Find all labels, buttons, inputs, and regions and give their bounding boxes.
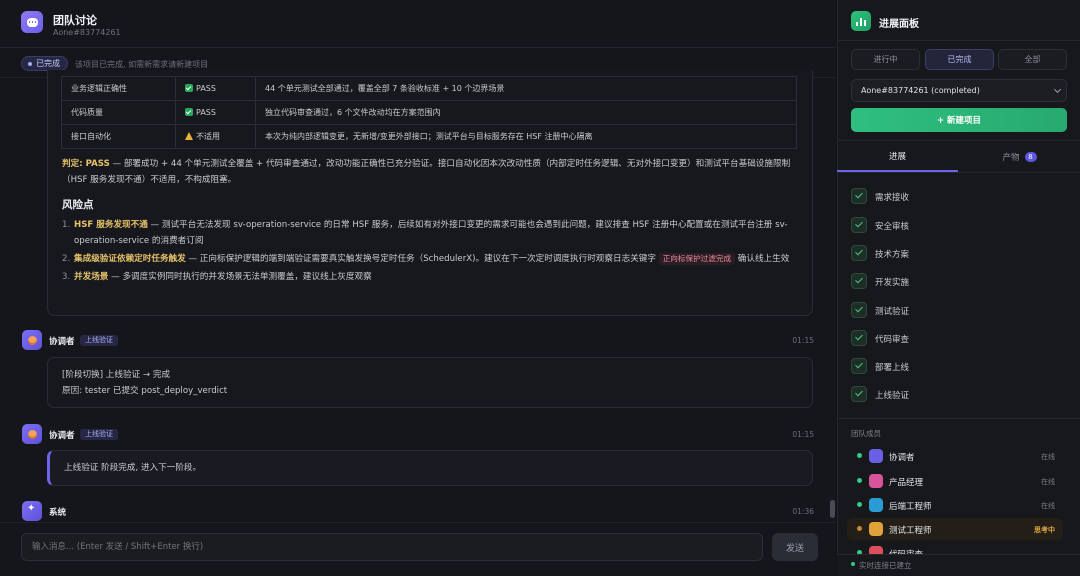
filter-all[interactable]: 全部 [998, 49, 1067, 70]
new-project-button[interactable]: + 新建项目 [851, 108, 1067, 132]
connection-dot [851, 562, 855, 566]
project-select[interactable]: Aone#83774261 (completed) [851, 79, 1067, 102]
table-row: 接口自动化 不适用 本次为纯内部逻辑变更，无新增/变更外部接口；测试平台与目标服… [61, 124, 797, 149]
message-time: 01:36 [792, 507, 814, 516]
message-header: 系统 01:36 [22, 501, 814, 521]
table-cell-item: 代码质量 [61, 100, 176, 125]
table-cell-item: 接口自动化 [61, 124, 176, 149]
stage-tag: 上线验证 [80, 335, 118, 346]
member-item: 后端工程师 在线 [847, 494, 1063, 516]
filter-in-progress[interactable]: 进行中 [851, 49, 920, 70]
check-icon [851, 188, 867, 204]
chat-logo-icon [21, 11, 43, 33]
step-item: 需求接收 [851, 188, 1051, 204]
step-item: 技术方案 [851, 245, 1051, 261]
connection-status: 实时连接已建立 [859, 561, 912, 570]
member-avatar-icon [869, 522, 883, 536]
verdict-summary: 判定: PASS — 部署成功 + 44 个单元测试全覆盖 + 代码审查通过，改… [62, 159, 791, 185]
divider [837, 40, 1080, 41]
artifact-count-badge: 8 [1024, 151, 1037, 162]
member-item: 协调者 在线 [847, 445, 1063, 467]
tab-progress[interactable]: 进展 [837, 141, 958, 172]
tab-artifacts[interactable]: 产物 8 [959, 141, 1080, 172]
check-icon [851, 302, 867, 318]
check-icon [851, 358, 867, 374]
member-avatar-icon [869, 498, 883, 512]
message-sender: 系统 [49, 508, 67, 518]
list-item: 3. 并发场景 — 多调度实例同时执行的并发场景无法单测覆盖，建议线上灰度观察 [62, 272, 372, 282]
chat-scrollbar[interactable] [830, 500, 835, 518]
message-sender: 协调者 [49, 337, 75, 347]
table-row: 代码质量 PASS 独立代码审查通过，6 个文件改动均在方案范围内 [61, 100, 797, 125]
table-cell-result: PASS [175, 76, 256, 101]
warning-icon [185, 132, 193, 140]
message-sender: 协调者 [49, 431, 75, 441]
chart-icon [851, 11, 871, 31]
member-item: 测试工程师 思考中 [847, 518, 1063, 540]
message-body: 上线验证 阶段完成, 进入下一阶段。 [47, 450, 813, 486]
page-title: 团队讨论 [53, 14, 97, 27]
log-keyword: 正向标保护过滤完成 [658, 253, 736, 265]
filter-completed[interactable]: 已完成 [925, 49, 994, 70]
check-icon [185, 108, 193, 116]
message-body: [阶段切换] 上线验证 → 完成 原因: tester 已提交 post_dep… [47, 357, 813, 408]
members-heading: 团队成员 [851, 429, 881, 438]
check-icon [851, 386, 867, 402]
send-button[interactable]: 发送 [772, 533, 818, 561]
coordinator-avatar-icon [22, 424, 42, 444]
risk-heading: 风险点 [62, 199, 94, 211]
divider [837, 418, 1080, 419]
check-icon [851, 273, 867, 289]
check-icon [851, 245, 867, 261]
step-item: 部署上线 [851, 358, 1051, 374]
message-input[interactable] [21, 533, 763, 561]
project-id: Aone#83774261 [53, 28, 121, 37]
risk-list: 1. HSF 服务发现不通 — 测试平台无法发现 sv-operation-ser… [62, 217, 800, 287]
step-item: 开发实施 [851, 273, 1051, 289]
divider [837, 172, 1080, 173]
step-item: 上线验证 [851, 386, 1051, 402]
step-item: 安全审核 [851, 217, 1051, 233]
chevron-down-icon [1053, 85, 1062, 94]
table-cell-desc: 44 个单元测试全部通过，覆盖全部 7 条验收标准 + 10 个边界场景 [255, 76, 797, 101]
stage-tag: 上线验证 [80, 429, 118, 440]
table-cell-desc: 本次为纯内部逻辑变更，无新增/变更外部接口；测试平台与目标服务存在 HSF 注册… [255, 124, 797, 149]
panel-title: 进展面板 [879, 19, 919, 30]
message-header: 协调者 上线验证 01:15 [22, 424, 814, 444]
table-cell-result: PASS [175, 100, 256, 125]
chat-header [0, 0, 836, 48]
online-dot [857, 478, 862, 483]
online-dot [857, 502, 862, 507]
status-note: 该项目已完成, 如需新需求请新建项目 [75, 60, 209, 69]
check-icon [851, 330, 867, 346]
step-item: 代码审查 [851, 330, 1051, 346]
message-time: 01:15 [792, 430, 814, 439]
status-badge: 已完成 [21, 56, 68, 71]
member-avatar-icon [869, 449, 883, 463]
list-item: 1. HSF 服务发现不通 — 测试平台无法发现 sv-operation-ser… [62, 220, 788, 246]
message-time: 01:15 [792, 336, 814, 345]
member-item: 产品经理 在线 [847, 470, 1063, 492]
member-avatar-icon [869, 474, 883, 488]
list-item: 2. 集成级验证依赖定时任务触发 — 正向标保护逻辑的端到端验证需要真实触发换号定… [62, 253, 790, 265]
check-icon [185, 84, 193, 92]
table-cell-desc: 独立代码审查通过，6 个文件改动均在方案范围内 [255, 100, 797, 125]
step-item: 测试验证 [851, 302, 1051, 318]
table-row: 业务逻辑正确性 PASS 44 个单元测试全部通过，覆盖全部 7 条验收标准 +… [61, 76, 797, 101]
table-cell-item: 业务逻辑正确性 [61, 76, 176, 101]
status-dot [857, 526, 862, 531]
message-header: 协调者 上线验证 01:15 [22, 330, 814, 350]
online-dot [857, 453, 862, 458]
coordinator-avatar-icon [22, 330, 42, 350]
table-cell-result: 不适用 [175, 124, 256, 149]
system-avatar-icon [22, 501, 42, 521]
verdict-table: 业务逻辑正确性 PASS 44 个单元测试全部通过，覆盖全部 7 条验收标准 +… [61, 76, 797, 149]
check-icon [851, 217, 867, 233]
